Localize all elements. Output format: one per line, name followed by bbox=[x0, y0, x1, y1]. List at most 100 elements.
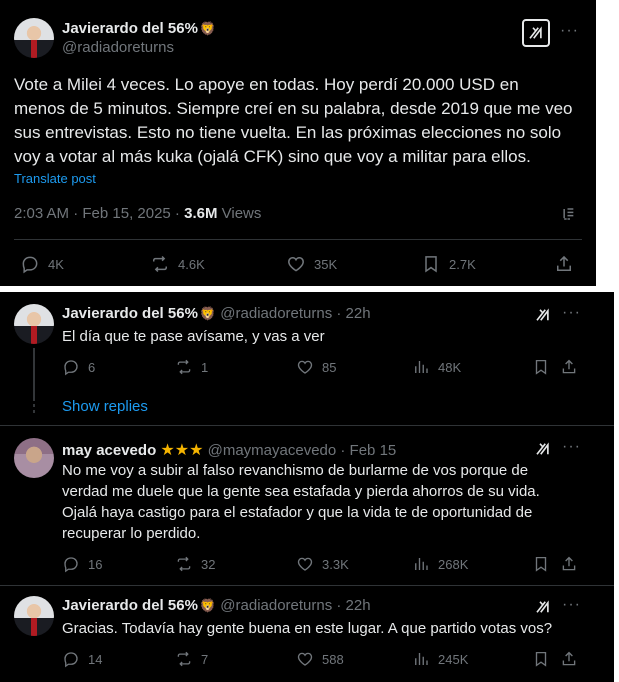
avatar[interactable] bbox=[14, 596, 54, 636]
like-button[interactable]: 588 bbox=[296, 650, 344, 668]
author-handle[interactable]: @radiadoreturns bbox=[62, 39, 174, 56]
views-button[interactable]: 48K bbox=[412, 358, 461, 376]
author-name[interactable]: Javierardo del 56% 🦁 bbox=[62, 20, 216, 37]
author-name-text[interactable]: Javierardo del 56% bbox=[62, 305, 198, 322]
author-name[interactable]: may acevedo ★★★ @maymayacevedo · Feb 15 bbox=[62, 440, 396, 460]
share-icon bbox=[560, 555, 578, 573]
bookmark-count: 2.7K bbox=[449, 256, 476, 272]
repost-button[interactable]: 1 bbox=[175, 358, 208, 376]
bookmark-icon bbox=[532, 650, 550, 668]
reply-text-line-2: verdad me duele que la gente sea estafad… bbox=[62, 483, 540, 500]
replies-panel: Javierardo del 56% 🦁 @radiadoreturns · 22… bbox=[0, 292, 614, 682]
views-label: Views bbox=[221, 205, 262, 222]
thread-dots bbox=[33, 398, 35, 416]
like-count: 588 bbox=[322, 651, 344, 667]
reply-count: 14 bbox=[88, 651, 103, 667]
bookmark-icon bbox=[532, 555, 550, 573]
repost-icon bbox=[150, 254, 170, 274]
more-icon[interactable]: ··· bbox=[562, 438, 581, 456]
share-button[interactable] bbox=[560, 358, 578, 376]
more-icon[interactable]: ··· bbox=[560, 22, 579, 40]
lion-emoji: 🦁 bbox=[199, 598, 217, 613]
translate-post-link[interactable]: Translate post bbox=[14, 171, 96, 186]
post-text-line-3: sus entrevistas. Esto no tiene vuelta. E… bbox=[14, 123, 562, 142]
more-icon[interactable]: ··· bbox=[562, 304, 581, 322]
lion-emoji: 🦁 bbox=[199, 306, 217, 321]
grok-icon[interactable] bbox=[534, 306, 552, 324]
repost-count: 32 bbox=[201, 556, 216, 572]
author-handle[interactable]: @maymayacevedo · Feb 15 bbox=[208, 442, 397, 459]
like-count: 85 bbox=[322, 359, 337, 375]
thread-line bbox=[33, 348, 35, 400]
bookmark-icon bbox=[532, 358, 550, 376]
repost-button[interactable]: 32 bbox=[175, 555, 215, 573]
like-button[interactable]: 85 bbox=[296, 358, 336, 376]
repost-button[interactable]: 4.6K bbox=[150, 254, 205, 274]
reply-count: 4K bbox=[48, 256, 64, 272]
views-button[interactable]: 245K bbox=[412, 650, 468, 668]
post-text-line-4: voy a votar al más kuka (ojalá CFK) sino… bbox=[14, 147, 531, 166]
bookmark-icon bbox=[421, 254, 441, 274]
analytics-icon bbox=[412, 650, 430, 668]
stars-badge: ★★★ bbox=[160, 442, 204, 459]
main-post-panel: Javierardo del 56% 🦁 @radiadoreturns ··· … bbox=[0, 0, 596, 286]
avatar[interactable] bbox=[14, 18, 54, 58]
grok-icon[interactable] bbox=[522, 19, 550, 47]
repost-count: 7 bbox=[201, 651, 209, 667]
bookmark-button[interactable] bbox=[532, 358, 550, 376]
reply-text: El día que te pase avísame, y vas a ver bbox=[62, 328, 325, 345]
author-name-text[interactable]: may acevedo bbox=[62, 442, 156, 459]
views-count: 268K bbox=[438, 556, 469, 572]
share-button[interactable] bbox=[554, 254, 574, 274]
post-text-line-1: Vote a Milei 4 veces. Lo apoye en todas.… bbox=[14, 75, 519, 94]
reply-text: Gracias. Todavía hay gente buena en este… bbox=[62, 620, 553, 637]
divider bbox=[0, 425, 614, 426]
author-name[interactable]: Javierardo del 56% 🦁 @radiadoreturns · 22… bbox=[62, 597, 371, 614]
post-timestamp[interactable]: 2:03 AM · Feb 15, 2025 · bbox=[14, 205, 184, 222]
like-button[interactable]: 35K bbox=[286, 254, 337, 274]
avatar[interactable] bbox=[14, 438, 54, 478]
like-count: 35K bbox=[314, 256, 338, 272]
reply-icon bbox=[62, 358, 80, 376]
author-handle[interactable]: @radiadoreturns · 22h bbox=[220, 305, 370, 322]
share-icon bbox=[554, 254, 574, 274]
reply-button[interactable]: 6 bbox=[62, 358, 95, 376]
repost-count: 4.6K bbox=[178, 256, 205, 272]
reply-icon bbox=[20, 254, 40, 274]
bookmark-button[interactable] bbox=[532, 555, 550, 573]
post-meta: 2:03 AM · Feb 15, 2025 · 3.6M Views bbox=[14, 205, 261, 222]
like-count: 3.3K bbox=[322, 556, 349, 572]
divider bbox=[0, 585, 614, 586]
author-name-text[interactable]: Javierardo del 56% bbox=[62, 20, 198, 37]
analytics-icon bbox=[412, 358, 430, 376]
heart-icon bbox=[296, 358, 314, 376]
author-handle[interactable]: @radiadoreturns · 22h bbox=[220, 597, 370, 614]
share-button[interactable] bbox=[560, 650, 578, 668]
like-button[interactable]: 3.3K bbox=[296, 555, 349, 573]
reply-icon bbox=[62, 555, 80, 573]
reply-button[interactable]: 16 bbox=[62, 555, 102, 573]
more-icon[interactable]: ··· bbox=[562, 596, 581, 614]
reply-button[interactable]: 14 bbox=[62, 650, 102, 668]
avatar[interactable] bbox=[14, 304, 54, 344]
reply-text-line-1: No me voy a subir al falso revanchismo d… bbox=[62, 462, 529, 479]
grok-analyze-icon[interactable] bbox=[560, 204, 580, 224]
grok-icon[interactable] bbox=[534, 598, 552, 616]
heart-icon bbox=[296, 555, 314, 573]
views-count: 245K bbox=[438, 651, 469, 667]
repost-button[interactable]: 7 bbox=[175, 650, 208, 668]
views-button[interactable]: 268K bbox=[412, 555, 468, 573]
show-replies-link[interactable]: Show replies bbox=[62, 398, 148, 415]
author-name[interactable]: Javierardo del 56% 🦁 @radiadoreturns · 22… bbox=[62, 305, 371, 322]
bookmark-button[interactable] bbox=[532, 650, 550, 668]
repost-icon bbox=[175, 650, 193, 668]
repost-count: 1 bbox=[201, 359, 209, 375]
author-name-text[interactable]: Javierardo del 56% bbox=[62, 597, 198, 614]
heart-icon bbox=[296, 650, 314, 668]
share-button[interactable] bbox=[560, 555, 578, 573]
reply-icon bbox=[62, 650, 80, 668]
reply-button[interactable]: 4K bbox=[20, 254, 64, 274]
reply-count: 6 bbox=[88, 359, 96, 375]
grok-icon[interactable] bbox=[534, 440, 552, 458]
bookmark-button[interactable]: 2.7K bbox=[421, 254, 476, 274]
